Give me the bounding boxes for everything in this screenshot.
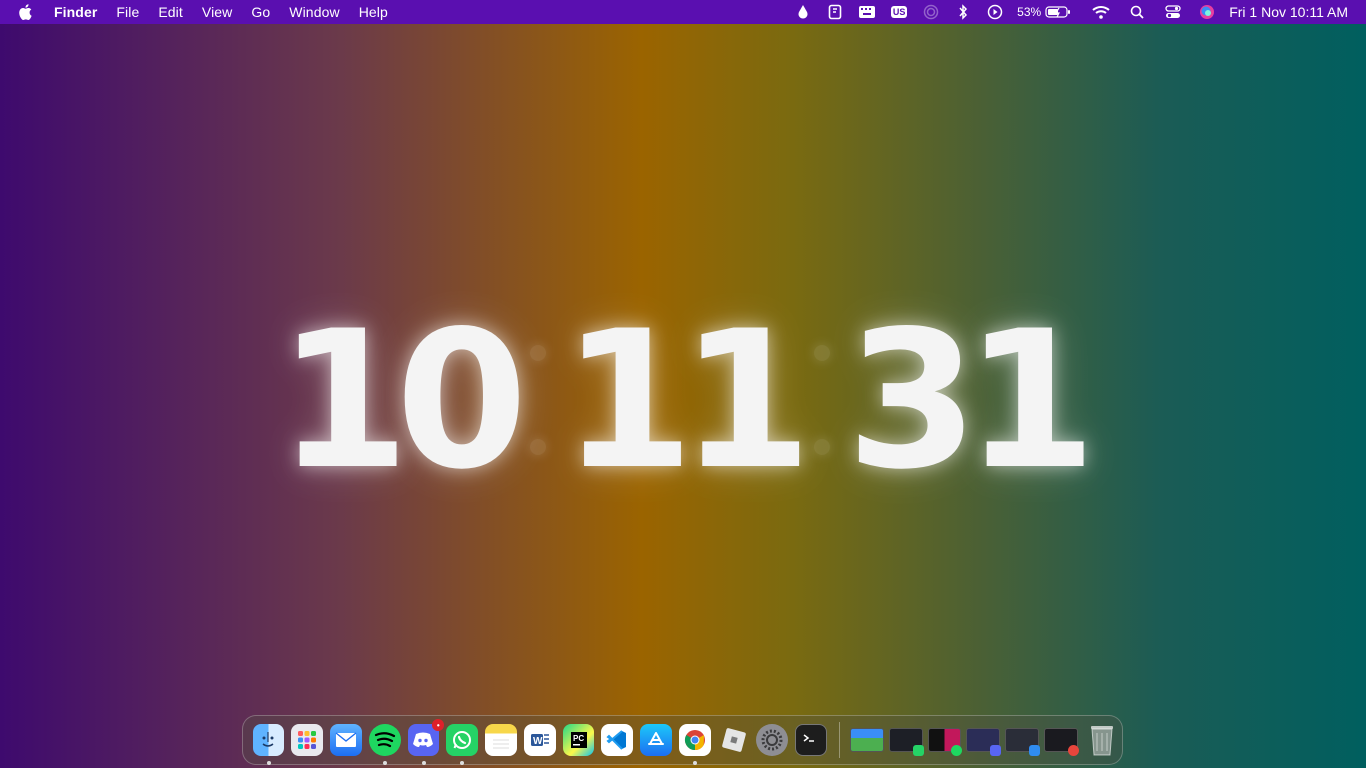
trash-icon[interactable] — [1088, 723, 1116, 757]
bluetooth-icon[interactable] — [953, 3, 973, 21]
minimized-window-discord[interactable] — [966, 728, 1002, 756]
app-menu-finder[interactable]: Finder — [54, 4, 97, 20]
clock-hours: 10 — [277, 289, 527, 511]
discord-icon — [990, 745, 1002, 756]
svg-text:W: W — [533, 736, 543, 747]
input-source-icon[interactable]: US — [889, 3, 909, 21]
menu-bar: Finder File Edit View Go Window Help US … — [0, 0, 1366, 24]
minimized-window-photos[interactable] — [850, 728, 884, 752]
menu-window[interactable]: Window — [289, 4, 339, 20]
battery-percent: 53% — [1017, 5, 1042, 19]
clock-separator — [529, 345, 546, 455]
whatsapp-icon — [912, 745, 924, 756]
chrome-icon[interactable] — [678, 724, 711, 765]
launchpad-icon[interactable] — [291, 724, 324, 756]
menu-view[interactable]: View — [202, 4, 233, 20]
finder-icon — [1028, 745, 1040, 756]
keyboard-icon[interactable] — [857, 3, 877, 21]
dock-separator — [838, 722, 840, 758]
terminal-icon[interactable] — [795, 724, 827, 756]
notes-icon[interactable] — [485, 724, 517, 756]
mail-icon[interactable] — [330, 724, 362, 756]
roblox-icon[interactable] — [718, 724, 750, 756]
whatsapp-icon[interactable] — [446, 724, 479, 765]
airdrop-icon[interactable] — [921, 3, 941, 21]
apple-icon[interactable] — [18, 4, 34, 20]
discord-notification-badge: • — [432, 719, 445, 731]
play-icon[interactable] — [985, 3, 1005, 21]
menu-help[interactable]: Help — [359, 4, 388, 20]
dock: • W PC — [242, 715, 1123, 765]
search-icon[interactable] — [1127, 3, 1147, 21]
desktop-clock: 10 11 31 — [277, 290, 1096, 511]
clock-separator — [814, 345, 831, 455]
word-icon[interactable]: W — [523, 724, 556, 756]
menu-file[interactable]: File — [116, 4, 139, 20]
control-center-icon[interactable] — [1163, 3, 1183, 21]
clock-minutes: 11 — [561, 289, 812, 511]
svg-text:PC: PC — [573, 734, 584, 743]
drop-icon[interactable] — [793, 3, 813, 21]
vscode-icon[interactable] — [601, 724, 634, 756]
pycharm-icon[interactable]: PC — [562, 724, 595, 756]
chrome-icon — [1067, 745, 1079, 756]
minimized-window-spotify[interactable] — [927, 728, 963, 756]
battery-icon[interactable]: 53% — [1017, 5, 1071, 19]
finder-icon[interactable] — [252, 724, 285, 765]
spotify-icon — [951, 745, 963, 756]
minimized-window-finder[interactable] — [1005, 728, 1040, 756]
menu-edit[interactable]: Edit — [158, 4, 183, 20]
spotify-icon[interactable] — [368, 724, 401, 765]
system-settings-icon[interactable] — [756, 724, 789, 756]
wifi-icon[interactable] — [1091, 3, 1111, 21]
menubar-clock[interactable]: Fri 1 Nov 10:11 AM — [1229, 4, 1348, 20]
app-store-icon[interactable] — [640, 724, 672, 756]
minimized-window-whatsapp[interactable] — [888, 728, 924, 756]
script-icon[interactable] — [825, 3, 845, 21]
minimized-window-chrome[interactable] — [1043, 728, 1079, 756]
menu-go[interactable]: Go — [251, 4, 270, 20]
discord-icon[interactable]: • — [407, 719, 445, 765]
siri-icon[interactable] — [1197, 3, 1217, 21]
clock-seconds: 31 — [846, 289, 1096, 511]
